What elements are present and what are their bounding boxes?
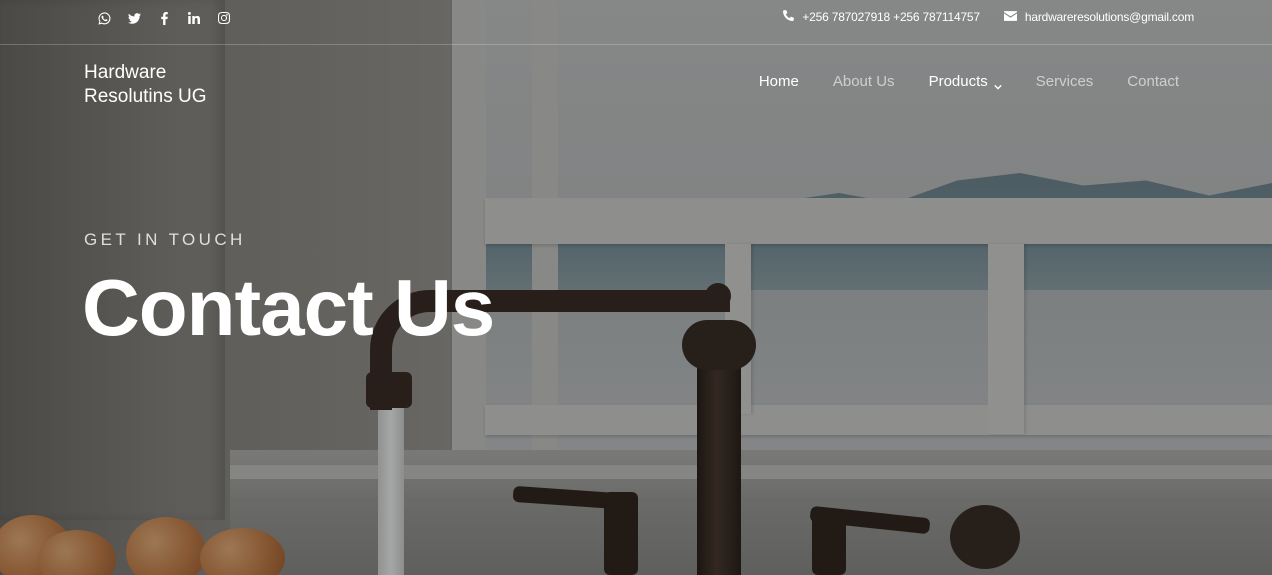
phone-icon: [783, 9, 795, 24]
whatsapp-icon[interactable]: [89, 9, 119, 27]
instagram-icon[interactable]: [209, 9, 239, 27]
nav-home[interactable]: Home: [759, 73, 799, 90]
linkedin-icon[interactable]: [179, 9, 209, 27]
phone-numbers: +256 787027918 +256 787114757: [802, 10, 980, 24]
nav-products[interactable]: Products: [929, 73, 1002, 90]
email-address: hardwareresolutions@gmail.com: [1024, 10, 1194, 24]
chevron-down-icon: [994, 78, 1002, 90]
twitter-icon[interactable]: [119, 9, 149, 27]
hero-eyebrow: GET IN TOUCH: [84, 230, 246, 249]
topbar: +256 787027918 +256 787114757 hardwarere…: [0, 0, 1272, 45]
facebook-icon[interactable]: [149, 9, 179, 27]
logo-line-2: Resolutins UG: [84, 86, 207, 107]
email-item[interactable]: hardwareresolutions@gmail.com: [1003, 10, 1194, 24]
page-title: Contact Us: [82, 263, 495, 352]
nav-contact[interactable]: Contact: [1127, 73, 1179, 90]
social-links: [89, 9, 239, 27]
main-nav: Home About Us Products Services Contact: [725, 73, 1179, 90]
contact-info: +256 787027918 +256 787114757 hardwarere…: [783, 9, 1194, 24]
envelope-icon: [1003, 10, 1017, 24]
site-logo[interactable]: Hardware Resolutins UG: [84, 61, 234, 109]
phone-item[interactable]: +256 787027918 +256 787114757: [783, 9, 980, 24]
nav-services[interactable]: Services: [1036, 73, 1094, 90]
logo-line-1: Hardware: [84, 62, 167, 83]
nav-about-us[interactable]: About Us: [833, 73, 895, 90]
nav-products-label: Products: [928, 73, 988, 90]
